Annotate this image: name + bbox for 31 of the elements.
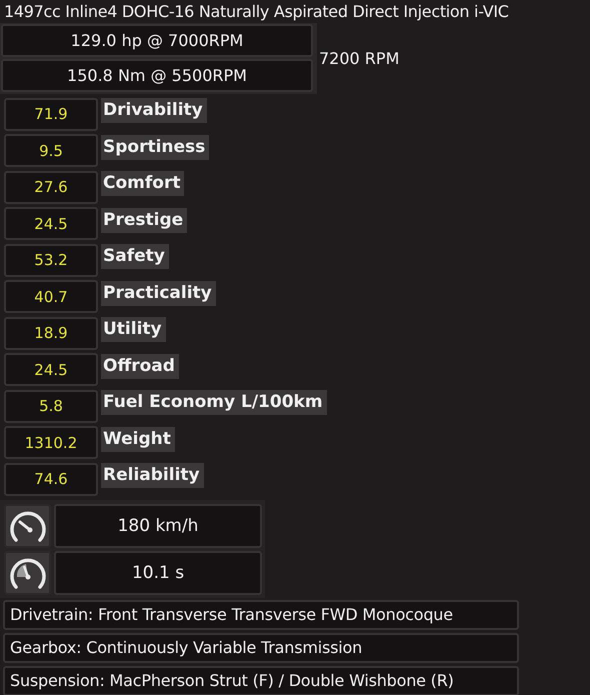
detail-row: Drivetrain: Front Transverse Transverse FWD Monocoque (3, 600, 519, 630)
stat-value: 53.2 (4, 244, 98, 277)
power-readout: 129.0 hp @ 7000RPM (1, 24, 313, 57)
torque-readout: 150.8 Nm @ 5500RPM (1, 59, 313, 92)
performance-value: 10.1 s (54, 550, 262, 594)
stat-label: Reliability (101, 463, 204, 488)
detail-row: Gearbox: Continuously Variable Transmission (3, 632, 519, 662)
stat-value: 24.5 (4, 207, 98, 240)
stat-label: Offroad (101, 354, 179, 378)
stat-label: Safety (101, 244, 169, 269)
stat-label: Sportiness (101, 134, 210, 160)
performance-value: 180 km/h (54, 504, 262, 548)
detail-row: Suspension: MacPherson Strut (F) / Double Wishbone (R) (3, 666, 519, 695)
stat-value: 27.6 (4, 170, 98, 204)
stat-value: 5.8 (4, 390, 98, 423)
stat-value: 71.9 (4, 98, 98, 131)
stat-value: 18.9 (4, 316, 98, 350)
stat-label: Prestige (101, 208, 188, 232)
stat-label: Comfort (101, 171, 184, 196)
redline-text: 7200 RPM (319, 48, 400, 68)
engine-title: 1497cc Inline4 DOHC-16 Naturally Aspirated Direct Injection i-VIC (3, 1, 510, 23)
stat-label: Practicality (101, 280, 216, 306)
stat-label: Weight (101, 426, 175, 452)
stat-value: 1310.2 (4, 426, 98, 460)
stat-value: 40.7 (4, 280, 98, 314)
stat-label: Drivability (101, 98, 207, 123)
stat-value: 24.5 (4, 353, 98, 386)
stat-value: 74.6 (4, 462, 98, 496)
stat-label: Utility (101, 317, 166, 342)
stat-value: 9.5 (4, 134, 98, 168)
stat-label: Fuel Economy L/100km (101, 390, 327, 415)
